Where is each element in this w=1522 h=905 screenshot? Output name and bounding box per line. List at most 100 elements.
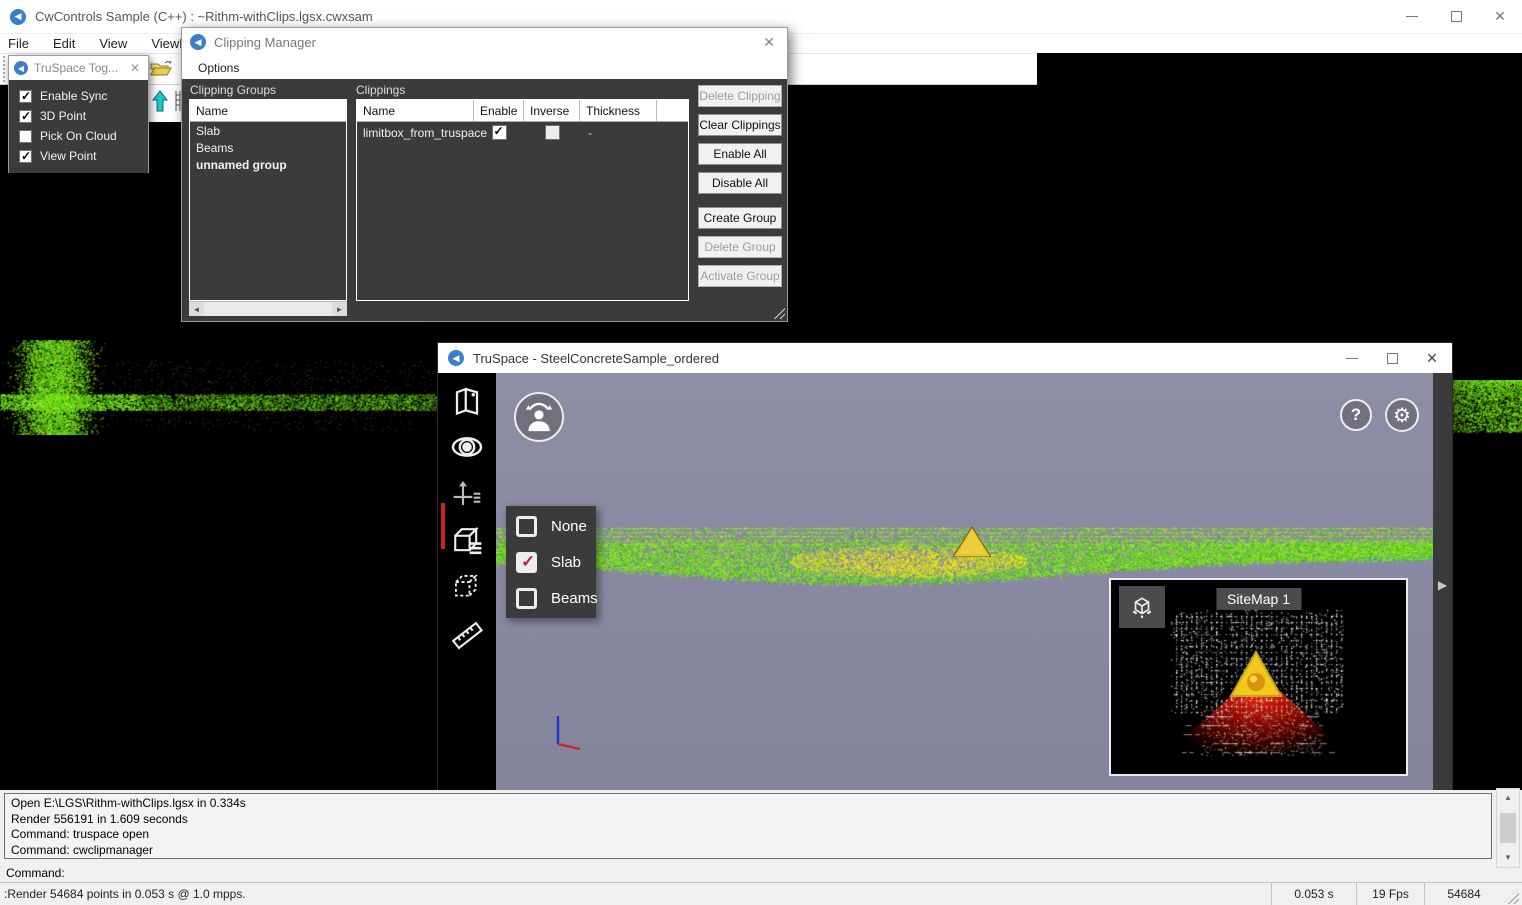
popup-item-beams[interactable]: Beams (506, 580, 596, 616)
menu-view[interactable]: View (87, 34, 139, 53)
clipping-manager-icon: ◀ (190, 34, 206, 50)
view-eye-icon[interactable] (438, 427, 496, 467)
clippings-label: Clippings (356, 83, 405, 97)
delete-clipping-button[interactable]: Delete Clipping (698, 85, 782, 107)
group-row-unnamed[interactable]: unnamed group (190, 156, 346, 173)
create-group-button[interactable]: Create Group (698, 207, 782, 229)
group-row-beams[interactable]: Beams (190, 139, 346, 156)
sitemap-panel-icon[interactable] (438, 381, 496, 421)
sitemap-label-text: SiteMap 1 (1227, 591, 1290, 607)
elevation-axis-icon[interactable] (438, 473, 496, 513)
3d-point-checkbox[interactable] (19, 110, 32, 123)
activate-group-button[interactable]: Activate Group (698, 265, 782, 287)
scroll-thumb[interactable] (1500, 813, 1516, 843)
scroll-right-icon[interactable]: ► (332, 302, 347, 316)
toggle-3d-point[interactable]: 3D Point (19, 109, 148, 123)
col-inverse[interactable]: Inverse (524, 100, 580, 121)
toggle-pick-on-cloud[interactable]: Pick On Cloud (19, 129, 148, 143)
enable-sync-checkbox[interactable] (19, 90, 32, 103)
tog-panel-icon: ◀ (14, 61, 28, 75)
none-checkbox[interactable] (516, 516, 537, 537)
toggle-enable-sync[interactable]: Enable Sync (19, 89, 148, 103)
command-prompt-row[interactable]: Command: (6, 864, 65, 880)
view-point-checkbox[interactable] (19, 150, 32, 163)
window-resize-grip[interactable] (1503, 888, 1519, 904)
clipping-tool-icon[interactable] (438, 521, 496, 561)
popup-item-none[interactable]: None (506, 508, 596, 544)
clipping-manager-titlebar: ◀ Clipping Manager ✕ (182, 28, 787, 56)
left-pointcloud-canvas (0, 340, 437, 435)
clipping-name: limitbox_from_truspace (357, 126, 474, 140)
sitemap-scanner-marker-icon[interactable] (1229, 650, 1283, 698)
scroll-down-icon[interactable]: ▼ (1504, 849, 1512, 867)
scroll-up-icon[interactable]: ▲ (1504, 789, 1512, 807)
open-folder-icon[interactable] (148, 56, 174, 82)
clippings-table: Name Enable Inverse Thickness limitbox_f… (356, 99, 689, 301)
toolbar-grip[interactable] (3, 56, 6, 82)
truspace-maximize-button[interactable] (1372, 343, 1412, 373)
popup-item-slab[interactable]: Slab (506, 544, 596, 580)
beams-checkbox[interactable] (516, 588, 537, 609)
pick-on-cloud-checkbox[interactable] (19, 130, 32, 143)
groups-header[interactable]: Name (190, 100, 346, 122)
group-name: Slab (196, 124, 220, 138)
col-thickness[interactable]: Thickness (580, 100, 657, 121)
minimize-icon (1406, 16, 1418, 17)
log-line-2: Render 556191 in 1.609 seconds (11, 812, 1485, 828)
expand-panel-icon[interactable]: ▶ (1438, 578, 1447, 803)
walkaround-mode-icon[interactable] (514, 392, 564, 442)
clipping-enable-checkbox[interactable] (492, 125, 507, 140)
dialog-resize-grip[interactable] (771, 305, 785, 319)
log-vertical-scrollbar[interactable]: ▲ ▼ (1496, 788, 1520, 868)
minimize-button[interactable] (1390, 0, 1434, 33)
log-line-4: Command: cwclipmanager (11, 843, 1485, 859)
limitbox-dashed-icon[interactable] (438, 567, 496, 607)
cyan-arrow-icon[interactable] (150, 89, 170, 118)
truspace-titlebar: ◀ TruSpace - SteelConcreteSample_ordered… (438, 343, 1452, 373)
group-row-slab[interactable]: Slab (190, 122, 346, 139)
truspace-minimize-button[interactable] (1332, 343, 1372, 373)
statusbar-message: :Render 54684 points in 0.053 s @ 1.0 mp… (4, 887, 246, 901)
menu-file[interactable]: File (0, 34, 41, 53)
right-panel-strip[interactable]: ▶ (1433, 373, 1452, 803)
measure-ruler-icon[interactable] (438, 615, 496, 655)
options-menu[interactable]: Options (182, 56, 251, 79)
sitemap-label: SiteMap 1 (1216, 588, 1301, 610)
tog-panel-body: Enable Sync 3D Point Pick On Cloud View … (9, 80, 148, 173)
toggle-view-point[interactable]: View Point (19, 149, 148, 163)
sitemap-overlay[interactable]: SiteMap 1 (1109, 578, 1408, 776)
statusbar-point-count: 54684 (1425, 883, 1503, 905)
group-name: unnamed group (196, 158, 287, 172)
enable-all-button[interactable]: Enable All (698, 143, 782, 165)
tog-panel-title: TruSpace Tog... (34, 61, 118, 75)
truspace-toggles-panel: ◀ TruSpace Tog... ✕ Enable Sync 3D Point… (8, 55, 149, 173)
close-button[interactable]: ✕ (1478, 0, 1522, 33)
maximize-icon (1387, 353, 1398, 364)
settings-gear-icon[interactable]: ⚙ (1385, 398, 1419, 432)
statusbar-fps: 19 Fps (1357, 883, 1424, 905)
truspace-icon: ◀ (448, 350, 464, 366)
clipping-row[interactable]: limitbox_from_truspace - (357, 122, 688, 143)
delete-group-button[interactable]: Delete Group (698, 236, 782, 258)
scroll-left-icon[interactable]: ◄ (189, 302, 204, 316)
slab-checkbox[interactable] (516, 552, 537, 573)
help-icon[interactable]: ? (1340, 399, 1372, 431)
clippings-header-row: Name Enable Inverse Thickness (357, 100, 688, 122)
enable-sync-label: Enable Sync (40, 89, 107, 103)
sitemap-cube-button[interactable] (1119, 586, 1165, 628)
groups-horizontal-scrollbar[interactable]: ◄ ► (189, 301, 347, 316)
col-enable[interactable]: Enable (474, 100, 524, 121)
beams-label: Beams (551, 590, 598, 607)
disable-all-button[interactable]: Disable All (698, 172, 782, 194)
truspace-close-button[interactable]: ✕ (1412, 343, 1452, 373)
maximize-button[interactable] (1434, 0, 1478, 33)
clear-clippings-button[interactable]: Clear Clippings (698, 114, 782, 136)
truspace-3d-viewport[interactable]: ? ⚙ (496, 373, 1433, 803)
col-name[interactable]: Name (357, 100, 474, 121)
log-line-1: Open E:\LGS\Rithm-withClips.lgsx in 0.33… (11, 796, 1485, 812)
clipping-manager-close-button[interactable]: ✕ (751, 34, 787, 51)
clipping-inverse-checkbox[interactable] (545, 125, 560, 140)
tog-close-button[interactable]: ✕ (122, 61, 148, 75)
menu-edit[interactable]: Edit (41, 34, 87, 53)
scanner-marker-icon[interactable] (953, 527, 991, 557)
